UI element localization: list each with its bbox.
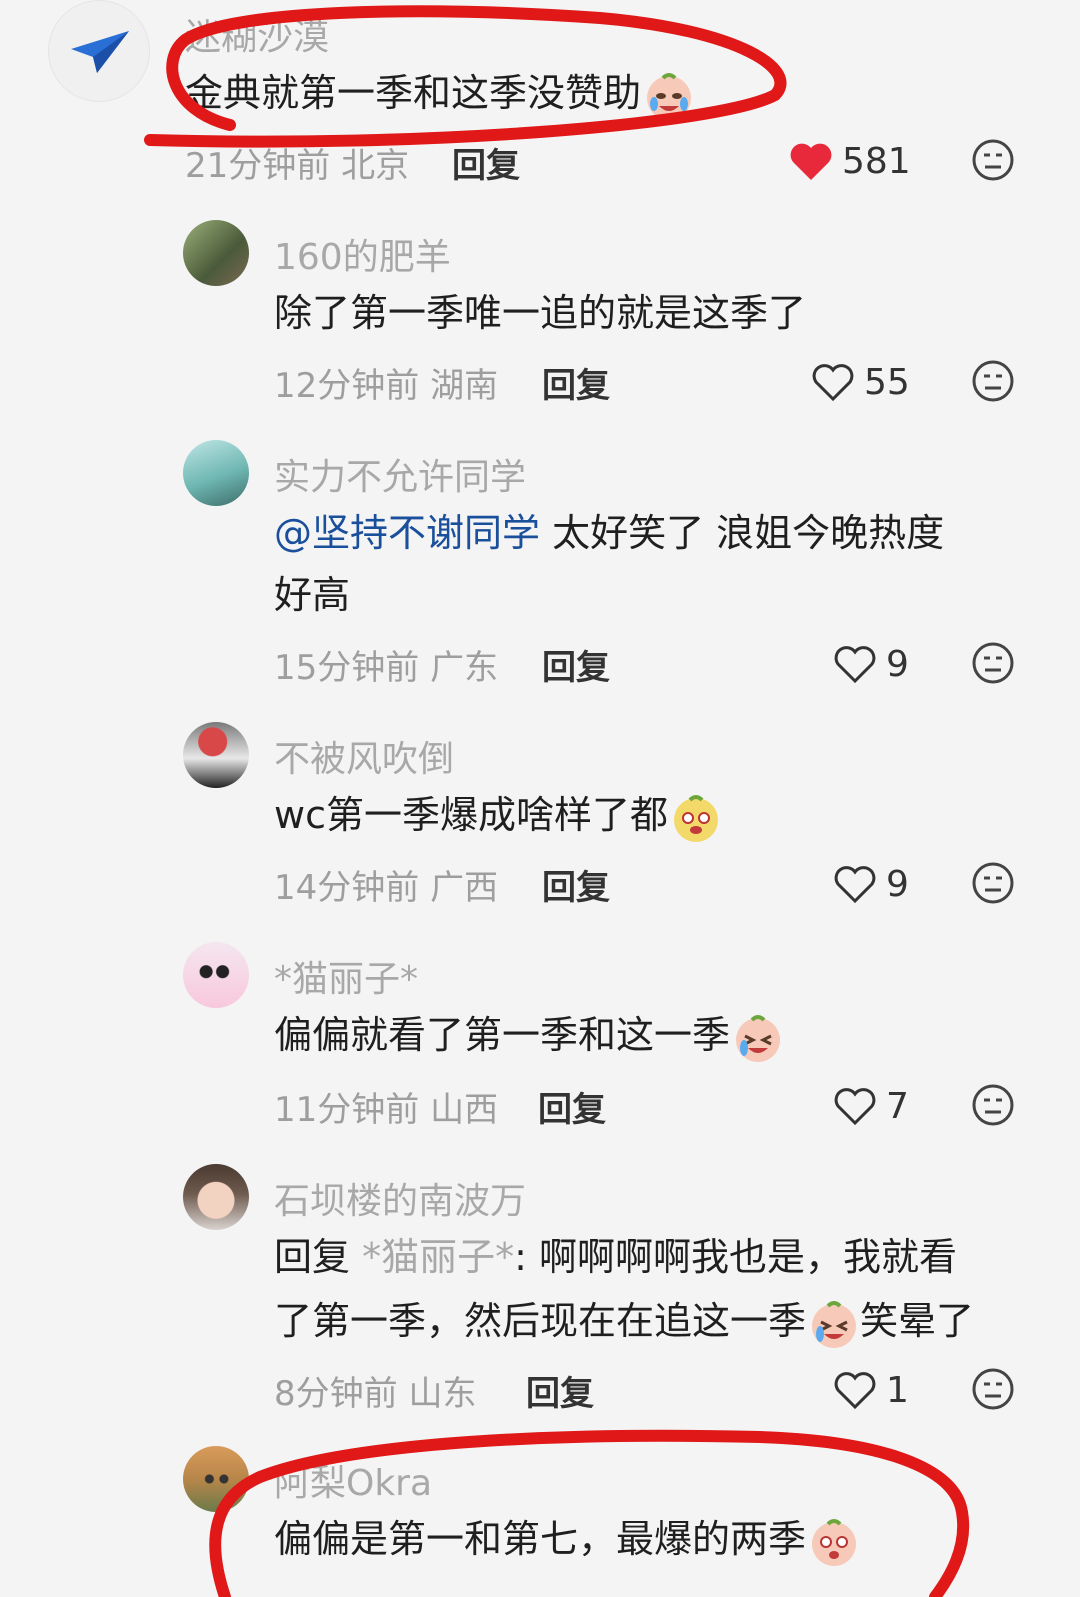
timestamp: 11分钟前 (274, 1090, 420, 1130)
reply-button[interactable]: 回复 (452, 138, 520, 187)
comment-text: 金典就第一季和这季没赞助 (185, 62, 695, 124)
location: 山东 (408, 1374, 477, 1414)
like-count: 55 (864, 361, 910, 403)
username[interactable]: 石坝楼的南波万 (274, 1172, 526, 1224)
meta: 8分钟前 山东 (274, 1366, 476, 1415)
reply-to-user[interactable]: *猫丽子* (362, 1235, 514, 1279)
reply-prefix: 回复 (274, 1235, 363, 1279)
username[interactable]: *猫丽子* (274, 950, 418, 1002)
heart-icon (834, 1372, 876, 1410)
crying-laughing-emoji-icon (736, 1014, 781, 1062)
avatar[interactable] (183, 1164, 249, 1230)
meta: 21分钟前 北京 (185, 138, 409, 187)
comment-text-content: 偏偏就看了第一季和这一季 (274, 1013, 731, 1057)
like-count: 9 (886, 643, 909, 685)
meh-face-icon[interactable] (971, 1083, 1015, 1127)
comment-text-content: 金典就第一季和这季没赞助 (185, 71, 642, 115)
timestamp: 15分钟前 (274, 648, 420, 688)
meta: 12分钟前 湖南 (274, 358, 498, 407)
like-button[interactable]: 1 (832, 1365, 909, 1415)
like-button[interactable]: 9 (832, 859, 909, 909)
mention-link[interactable]: @坚持不谢同学 (274, 511, 540, 555)
comment-text: @坚持不谢同学 太好笑了 浪姐今晚热度 (274, 502, 944, 564)
username[interactable]: 160的肥羊 (274, 228, 451, 280)
timestamp: 14分钟前 (274, 868, 420, 908)
avatar[interactable] (183, 722, 249, 788)
username[interactable]: 实力不允许同学 (274, 448, 526, 500)
avatar[interactable] (183, 440, 249, 506)
meh-face-icon[interactable] (971, 359, 1015, 403)
location: 广西 (430, 868, 499, 908)
meh-face-icon[interactable] (971, 1367, 1015, 1411)
crying-laughing-emoji-icon (647, 72, 692, 120)
like-count: 1 (886, 1369, 909, 1411)
meh-face-icon[interactable] (971, 138, 1015, 182)
heart-icon (834, 1088, 876, 1126)
comment-text: wc第一季爆成啥样了都 (274, 784, 722, 846)
comment-text: 偏偏就看了第一季和这一季 (274, 1004, 784, 1066)
location: 北京 (341, 146, 410, 186)
reply-button[interactable]: 回复 (526, 1366, 594, 1415)
reply-button[interactable]: 回复 (542, 358, 610, 407)
meta: 14分钟前 广西 (274, 860, 498, 909)
comment-text-line2: 了第一季，然后现在在追这一季 笑晕了 (274, 1290, 974, 1352)
location: 湖南 (430, 366, 499, 406)
meh-face-icon[interactable] (971, 641, 1015, 685)
reply-button[interactable]: 回复 (538, 1082, 606, 1131)
meta: 11分钟前 山西 (274, 1082, 498, 1131)
like-button[interactable]: 9 (832, 639, 909, 689)
shocked-emoji-icon (812, 1518, 857, 1566)
timestamp: 12分钟前 (274, 366, 420, 406)
comment-text-content: 太好笑了 浪姐今晚热度 (540, 511, 945, 555)
like-count: 581 (842, 140, 911, 182)
like-button[interactable]: 581 (788, 136, 911, 186)
comment-text: 除了第一季唯一追的就是这季了 (274, 291, 807, 335)
timestamp: 8分钟前 (274, 1374, 398, 1414)
avatar[interactable] (183, 1446, 249, 1512)
username[interactable]: 迷糊沙漠 (185, 8, 329, 60)
like-count: 7 (886, 1085, 909, 1127)
username[interactable]: 阿梨Okra (274, 1454, 432, 1506)
bear-emoji-icon (673, 794, 718, 842)
like-count: 9 (886, 863, 909, 905)
avatar[interactable] (48, 0, 150, 102)
meh-face-icon[interactable] (971, 861, 1015, 905)
heart-icon (834, 866, 876, 904)
username[interactable]: 不被风吹倒 (274, 730, 454, 782)
comment-text-content-2: 了第一季，然后现在在追这一季 (274, 1299, 807, 1343)
avatar[interactable] (183, 220, 249, 286)
comment-text-content: wc第一季爆成啥样了都 (274, 793, 668, 837)
heart-icon (834, 646, 876, 684)
comment-text: 回复 *猫丽子*: 啊啊啊啊我也是，我就看 (274, 1226, 957, 1288)
paper-plane-icon (71, 31, 129, 73)
crying-laughing-emoji-icon (812, 1300, 857, 1348)
avatar[interactable] (183, 942, 249, 1008)
comment-text-content: : 啊啊啊啊我也是，我就看 (514, 1235, 957, 1279)
comment-text-content: 偏偏是第一和第七，最爆的两季 (274, 1517, 807, 1561)
comment-text-line2: 好高 (274, 573, 351, 617)
heart-icon (790, 143, 832, 180)
like-button[interactable]: 7 (832, 1081, 909, 1131)
comment-text-content-3: 笑晕了 (860, 1299, 975, 1343)
location: 山西 (430, 1090, 499, 1130)
meta: 15分钟前 广东 (274, 640, 498, 689)
timestamp: 21分钟前 (185, 146, 331, 186)
heart-icon (812, 364, 854, 402)
like-button[interactable]: 55 (810, 357, 910, 407)
comment-text: 偏偏是第一和第七，最爆的两季 (274, 1508, 860, 1570)
reply-button[interactable]: 回复 (542, 640, 610, 689)
reply-button[interactable]: 回复 (542, 860, 610, 909)
location: 广东 (430, 648, 499, 688)
